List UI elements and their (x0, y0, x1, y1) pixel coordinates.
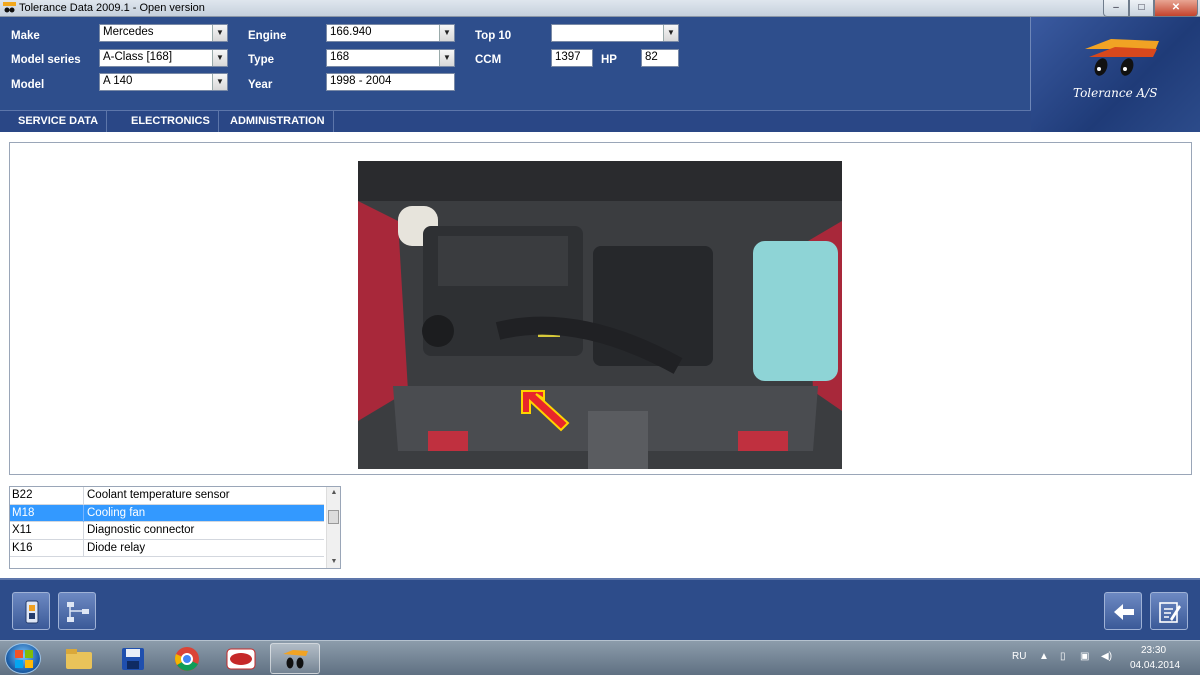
title-bar: Tolerance Data 2009.1 - Open version – □… (0, 0, 1200, 17)
notes-edit-icon (1159, 602, 1181, 623)
tolerance-app-icon (3, 2, 16, 13)
column-divider (83, 522, 84, 539)
network-icon[interactable]: ▣ (1080, 651, 1089, 662)
model-select[interactable]: A 140 ▼ (99, 73, 228, 91)
menu-service-data[interactable]: SERVICE DATA (10, 111, 108, 132)
hp-label: HP (601, 54, 617, 66)
bottom-toolbar (0, 578, 1200, 640)
explorer-icon (66, 649, 92, 669)
list-item[interactable]: M18 Cooling fan (10, 504, 324, 522)
model-series-select[interactable]: A-Class [168] ▼ (99, 49, 228, 67)
chevron-down-icon[interactable]: ▼ (439, 25, 454, 41)
window-title: Tolerance Data 2009.1 - Open version (19, 2, 205, 14)
notes-button[interactable] (1150, 592, 1188, 630)
vehicle-selection-panel: Make Mercedes ▼ Model series A-Class [16… (0, 17, 1031, 132)
year-field[interactable]: 1998 - 2004 (326, 73, 455, 91)
type-label: Type (248, 54, 274, 66)
taskbar-tolerance-data[interactable] (270, 643, 320, 674)
component-code: B22 (12, 489, 33, 501)
taskbar-wow[interactable] (216, 643, 266, 674)
model-value: A 140 (103, 75, 133, 87)
menu-electronics[interactable]: ELECTRONICS (123, 111, 219, 132)
chevron-down-icon[interactable]: ▼ (212, 50, 227, 66)
component-list: B22 Coolant temperature sensor M18 Cooli… (9, 486, 341, 569)
component-name: Cooling fan (87, 506, 146, 519)
model-series-label: Model series (11, 54, 81, 66)
chrome-icon (175, 647, 199, 671)
taskbar-explorer[interactable] (54, 643, 104, 674)
engine-bay-photo (358, 161, 842, 469)
battery-icon[interactable]: ▯ (1060, 651, 1066, 662)
top10-select[interactable]: ▼ (551, 24, 679, 42)
chevron-down-icon[interactable]: ▼ (212, 25, 227, 41)
type-select[interactable]: 168 ▼ (326, 49, 455, 67)
ccm-field[interactable]: 1397 (551, 49, 593, 67)
type-value: 168 (330, 51, 350, 63)
make-label: Make (11, 30, 40, 42)
model-label: Model (11, 79, 45, 91)
start-button[interactable] (5, 643, 41, 674)
back-arrow-icon (1114, 604, 1134, 620)
component-code: X11 (12, 524, 32, 536)
scroll-down-icon[interactable]: ▼ (327, 556, 341, 568)
list-scrollbar[interactable]: ▲ ▼ (326, 487, 340, 568)
make-value: Mercedes (103, 26, 154, 38)
component-locator-icon (25, 600, 39, 624)
close-button[interactable]: ✕ (1154, 0, 1198, 17)
scroll-thumb[interactable] (328, 510, 339, 524)
save-icon (122, 648, 144, 670)
hp-field[interactable]: 82 (641, 49, 679, 67)
back-button[interactable] (1104, 592, 1142, 630)
engine-value: 166.940 (330, 26, 372, 38)
windows-logo-icon (15, 650, 33, 668)
show-hidden-icons-icon[interactable]: ▲ (1039, 651, 1049, 662)
column-divider (83, 539, 84, 557)
list-item[interactable]: X11 Diagnostic connector (10, 522, 324, 540)
component-image-panel (9, 142, 1192, 475)
chevron-down-icon[interactable]: ▼ (663, 25, 678, 41)
main-menu: SERVICE DATA ELECTRONICS ADMINISTRATION (0, 110, 1031, 132)
engine-label: Engine (248, 30, 287, 42)
clock-date[interactable]: 04.04.2014 (1130, 660, 1180, 671)
tolerance-logo-icon (1085, 39, 1159, 76)
make-select[interactable]: Mercedes ▼ (99, 24, 228, 42)
engine-select[interactable]: 166.940 ▼ (326, 24, 455, 42)
main-content: B22 Coolant temperature sensor M18 Cooli… (0, 132, 1200, 578)
clock-time[interactable]: 23:30 (1141, 645, 1166, 656)
chevron-down-icon[interactable]: ▼ (439, 50, 454, 66)
component-name: Diode relay (87, 541, 146, 554)
component-locator-button[interactable] (12, 592, 50, 630)
column-divider (83, 504, 84, 522)
scroll-up-icon[interactable]: ▲ (327, 487, 341, 499)
taskbar-save[interactable] (108, 643, 158, 674)
component-name: Coolant temperature sensor (87, 489, 230, 501)
component-name: Diagnostic connector (87, 524, 195, 536)
minimize-button[interactable]: – (1103, 0, 1129, 17)
wow-icon (226, 648, 256, 670)
windows-taskbar: RU ▲ ▯ ▣ ◀) 23:30 04.04.2014 (0, 640, 1200, 675)
wiring-diagram-button[interactable] (58, 592, 96, 630)
taskbar-chrome[interactable] (162, 643, 212, 674)
language-indicator[interactable]: RU (1012, 651, 1026, 662)
component-code: K16 (12, 541, 33, 554)
year-label: Year (248, 79, 273, 91)
volume-icon[interactable]: ◀) (1101, 651, 1112, 662)
component-code: M18 (12, 506, 35, 519)
brand-logo: Tolerance A/S (1031, 17, 1200, 132)
list-item[interactable]: B22 Coolant temperature sensor (10, 487, 324, 505)
model-series-value: A-Class [168] (103, 51, 173, 63)
column-divider (83, 487, 84, 504)
logo-text: Tolerance A/S (1073, 86, 1158, 100)
tolerance-app-icon (283, 650, 308, 669)
top10-label: Top 10 (475, 30, 512, 42)
wiring-diagram-icon (67, 602, 89, 622)
list-item[interactable]: K16 Diode relay (10, 539, 324, 557)
chevron-down-icon[interactable]: ▼ (212, 74, 227, 90)
ccm-label: CCM (475, 54, 502, 66)
menu-administration[interactable]: ADMINISTRATION (222, 111, 334, 132)
maximize-button[interactable]: □ (1129, 0, 1154, 17)
vehicle-header: Make Mercedes ▼ Model series A-Class [16… (0, 17, 1200, 132)
